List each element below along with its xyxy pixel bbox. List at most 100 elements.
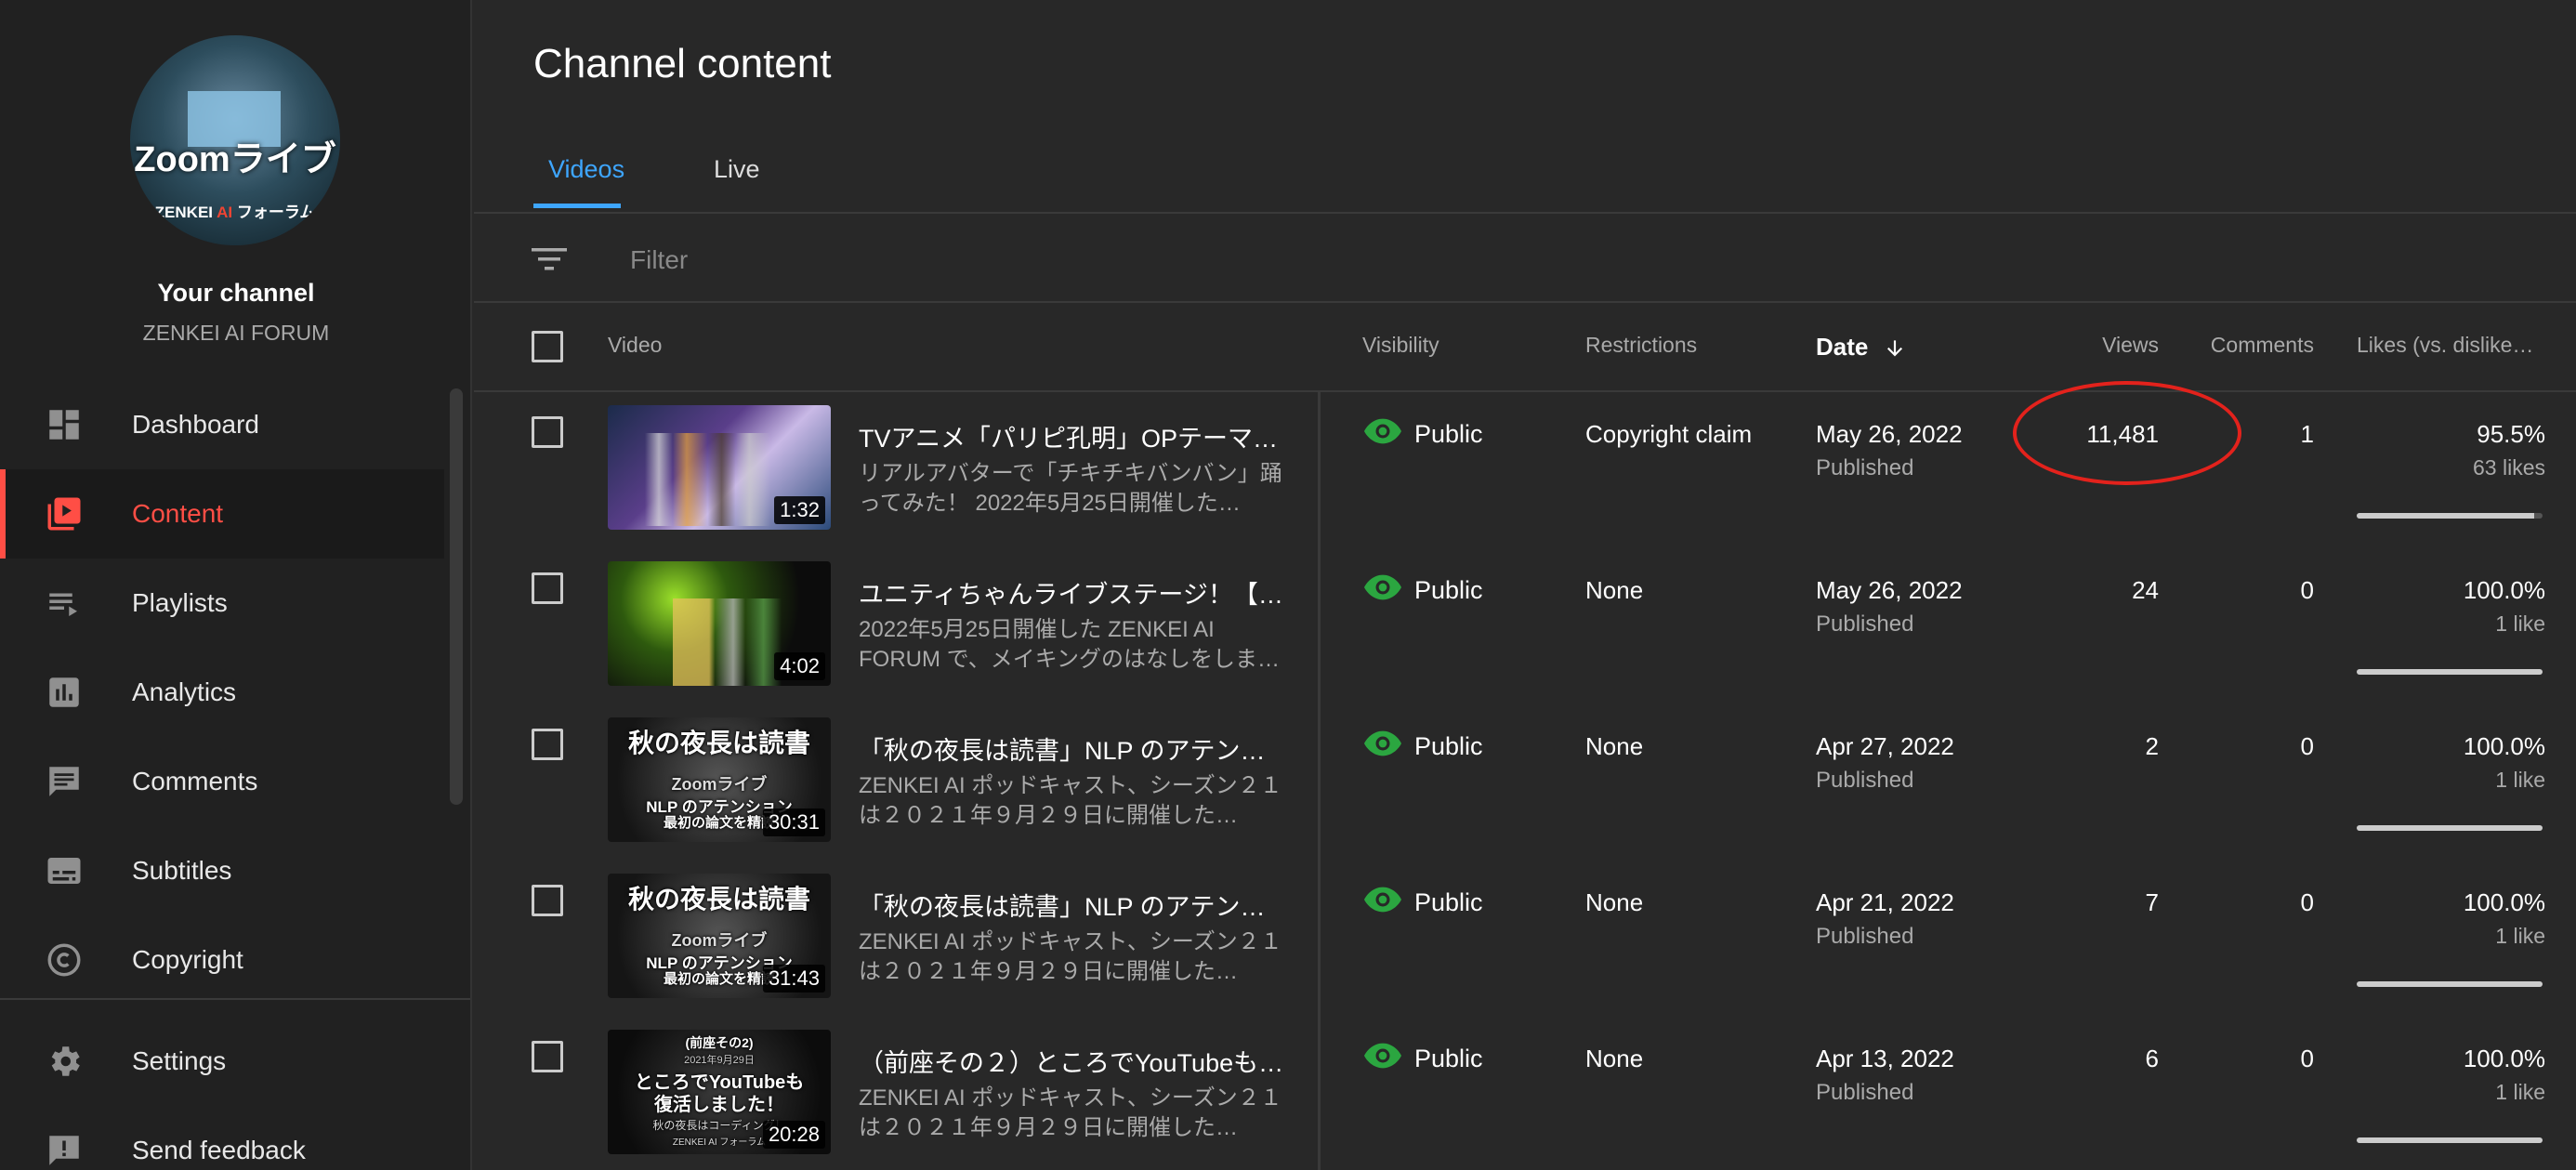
table-row[interactable]: 秋の夜長は読書 Zoomライブ NLP のアテンション 最初の論文を精読 31:43 …: [474, 859, 2576, 1015]
visibility-label[interactable]: Public: [1414, 420, 1483, 449]
channel-avatar[interactable]: Zoomライブ ZENKEI AI フォーラム: [130, 35, 340, 245]
video-thumbnail[interactable]: (前座その2) 2021年9月29日 ところでYouTubeも 復活しました！ 秋の夜長…: [608, 1030, 831, 1154]
sidebar-item-label: Subtitles: [132, 856, 232, 885]
visibility-label[interactable]: Public: [1414, 732, 1483, 761]
select-all-checkbox[interactable]: [532, 331, 563, 362]
filter-icon[interactable]: [530, 245, 569, 273]
eye-icon[interactable]: [1364, 418, 1401, 444]
video-duration: 31:43: [762, 965, 825, 993]
publish-date: May 26, 2022: [1816, 420, 1963, 448]
sidebar-item-copyright[interactable]: Copyright: [0, 915, 444, 1005]
sidebar-item-content[interactable]: Content: [0, 469, 444, 559]
row-checkbox[interactable]: [532, 572, 563, 604]
video-title[interactable]: （前座その２）ところでYouTubeも復…: [859, 1043, 1286, 1079]
eye-icon[interactable]: [1364, 574, 1401, 600]
comments-count: 0: [2300, 732, 2314, 760]
column-header-date-label: Date: [1816, 333, 1869, 361]
eye-icon[interactable]: [1364, 887, 1401, 913]
video-title[interactable]: ユニティちゃんライブステージ！【踊…: [859, 574, 1286, 611]
visibility-label[interactable]: Public: [1414, 576, 1483, 605]
column-header-views[interactable]: Views: [2054, 333, 2159, 358]
thumbnail-text: 復活しました！: [654, 1095, 784, 1115]
column-header-visibility[interactable]: Visibility: [1362, 333, 1439, 358]
visibility-label[interactable]: Public: [1414, 1045, 1483, 1073]
dashboard-icon: [49, 410, 79, 440]
video-duration: 1:32: [774, 496, 825, 524]
video-title[interactable]: TVアニメ「パリピ孔明」OPテーマ「…: [859, 418, 1286, 454]
likes-ratio-bar: [2357, 669, 2543, 675]
sidebar-item-dashboard[interactable]: Dashboard: [0, 380, 444, 469]
publish-date: Apr 21, 2022: [1816, 888, 1954, 916]
views-count: 2: [2145, 732, 2159, 760]
comments-count: 0: [2300, 576, 2314, 604]
filter-input[interactable]: [630, 240, 1373, 281]
thumbnail-text: Zoomライブ: [671, 775, 768, 794]
likes-percentage: 100.0%: [2463, 888, 2545, 916]
row-checkbox[interactable]: [532, 885, 563, 916]
sidebar-item-analytics[interactable]: Analytics: [0, 648, 444, 737]
likes-percentage: 100.0%: [2463, 732, 2545, 760]
restrictions-value[interactable]: None: [1585, 732, 1643, 761]
video-description: ZENKEI AI ポッドキャスト、シーズン２１は２０２１年９月２９日に開催した…: [859, 1085, 1282, 1140]
likes-ratio-bar: [2357, 981, 2543, 987]
views-count: 6: [2145, 1045, 2159, 1072]
column-header-date[interactable]: Date: [1816, 333, 1907, 362]
thumbnail-text: Zoomライブ: [671, 931, 768, 950]
restrictions-value[interactable]: None: [1585, 576, 1643, 605]
video-description: リアルアバターで「チキチキバンバン」踊ってみた！ 2022年5月25日開催した…: [859, 461, 1282, 516]
sidebar-item-send-feedback[interactable]: Send feedback: [0, 1106, 444, 1170]
your-channel-label: Your channel: [157, 279, 315, 307]
publish-date: May 26, 2022: [1816, 576, 1963, 604]
video-thumbnail[interactable]: 秋の夜長は読書 Zoomライブ NLP のアテンション 最初の論文を精読 30:31: [608, 717, 831, 842]
video-thumbnail[interactable]: 1:32: [608, 405, 831, 530]
restrictions-value[interactable]: None: [1585, 1045, 1643, 1073]
row-checkbox[interactable]: [532, 729, 563, 760]
video-description: ZENKEI AI ポッドキャスト、シーズン２１は２０２１年９月２９日に開催した…: [859, 773, 1282, 828]
table-row[interactable]: 秋の夜長は読書 Zoomライブ NLP のアテンション 最初の論文を精読 30:31 …: [474, 703, 2576, 859]
publish-date: Apr 27, 2022: [1816, 732, 1954, 760]
video-title[interactable]: 「秋の夜長は読書」NLP のアテンシ…: [859, 730, 1286, 767]
column-header-restrictions[interactable]: Restrictions: [1585, 333, 1697, 358]
sidebar-item-subtitles[interactable]: Subtitles: [0, 826, 444, 915]
video-title[interactable]: 「秋の夜長は読書」NLP のアテンシ…: [859, 887, 1286, 923]
likes-count: 63 likes: [2473, 455, 2545, 480]
analytics-icon: [49, 677, 79, 707]
sidebar-item-label: Playlists: [132, 588, 228, 617]
likes-ratio-fill: [2357, 825, 2543, 831]
sidebar-scrollbar[interactable]: [450, 388, 463, 805]
sidebar-item-label: Dashboard: [132, 410, 259, 439]
views-count: 24: [2132, 576, 2159, 604]
eye-icon[interactable]: [1364, 730, 1401, 756]
restrictions-value[interactable]: Copyright claim: [1585, 420, 1752, 449]
column-header-likes[interactable]: Likes (vs. dislike…: [2357, 333, 2533, 358]
row-checkbox[interactable]: [532, 1041, 563, 1072]
column-header-comments[interactable]: Comments: [2197, 333, 2314, 358]
video-thumbnail[interactable]: 秋の夜長は読書 Zoomライブ NLP のアテンション 最初の論文を精読 31:43: [608, 874, 831, 998]
tab-videos[interactable]: Videos: [548, 155, 624, 184]
sidebar-item-playlists[interactable]: Playlists: [0, 559, 444, 648]
video-description: 2022年5月25日開催した ZENKEI AI FORUM で、メイキングのは…: [859, 617, 1280, 672]
likes-ratio-fill: [2357, 981, 2543, 987]
sidebar-item-comments[interactable]: Comments: [0, 737, 444, 826]
likes-count: 1 like: [2495, 1080, 2545, 1104]
table-header: Video Visibility Restrictions Date Views…: [474, 303, 2576, 390]
row-checkbox[interactable]: [532, 416, 563, 448]
eye-icon[interactable]: [1364, 1043, 1401, 1069]
avatar-text-prefix: ZENKEI: [154, 204, 217, 221]
table-row[interactable]: 1:32 TVアニメ「パリピ孔明」OPテーマ「… リアルアバターで「チキチキバン…: [474, 390, 2576, 546]
visibility-label[interactable]: Public: [1414, 888, 1483, 917]
main-content: Channel content Videos Live Video Visibi…: [474, 0, 2576, 1170]
table-row[interactable]: 4:02 ユニティちゃんライブステージ！【踊… 2022年5月25日開催した Z…: [474, 546, 2576, 703]
table-row[interactable]: (前座その2) 2021年9月29日 ところでYouTubeも 復活しました！ 秋の夜長…: [474, 1015, 2576, 1170]
restrictions-value[interactable]: None: [1585, 888, 1643, 917]
sidebar-item-settings[interactable]: Settings: [0, 1017, 444, 1106]
publish-status: Published: [1816, 924, 1914, 949]
sidebar-nav: Dashboard Content Playlists Analytics Co…: [0, 380, 444, 1005]
thumbnail-text: (前座その2): [685, 1035, 754, 1050]
channel-name: ZENKEI AI FORUM: [142, 321, 330, 345]
thumbnail-text: 2021年9月29日: [684, 1055, 755, 1066]
tab-live[interactable]: Live: [714, 155, 760, 184]
video-thumbnail[interactable]: 4:02: [608, 561, 831, 686]
publish-status: Published: [1816, 455, 1914, 480]
avatar-text-ai: AI: [217, 204, 233, 221]
